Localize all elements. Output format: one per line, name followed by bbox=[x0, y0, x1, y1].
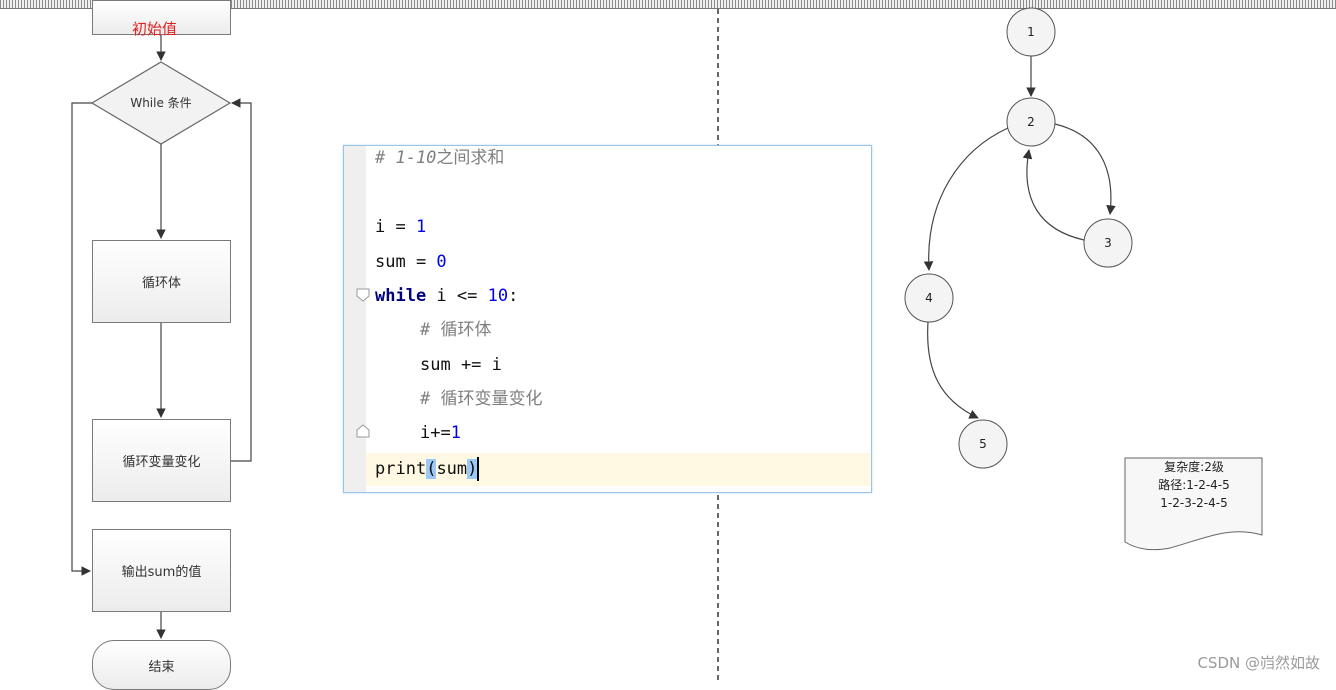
cfg-nodes: 1 2 3 4 5 bbox=[904, 7, 1133, 469]
code-line-comment-body: # 循环体 bbox=[420, 315, 491, 345]
editor-gutter bbox=[344, 146, 366, 492]
comment-hash: # bbox=[420, 320, 441, 340]
code-line-comment-change: # 循环变量变化 bbox=[420, 384, 542, 414]
cfg-node-4-label: 4 bbox=[925, 291, 933, 305]
code-token: sum bbox=[436, 459, 468, 479]
code-line-comment-title: # 1-10之间求和 bbox=[375, 143, 504, 173]
code-line-print: print(sum) bbox=[375, 454, 480, 484]
cfg-node-2-label: 2 bbox=[1027, 115, 1035, 129]
note-complexity: 复杂度:2级 bbox=[1164, 460, 1224, 474]
code-func-print: print bbox=[375, 459, 427, 479]
code-number: 1 bbox=[450, 423, 461, 443]
code-editor-panel[interactable]: # 1-10之间求和 i = 1 sum = 0 while i <= 10: … bbox=[343, 145, 872, 493]
code-number: 0 bbox=[436, 252, 447, 272]
comment-hash: # bbox=[420, 389, 441, 409]
loop-body-box[interactable]: 循环体 bbox=[92, 240, 231, 323]
code-token: i+= bbox=[420, 423, 451, 443]
bracket-close: ) bbox=[467, 459, 478, 479]
cfg-node-1-label: 1 bbox=[1027, 25, 1035, 39]
text-caret bbox=[477, 457, 480, 481]
keyword-while: while bbox=[375, 286, 427, 306]
while-condition-label: While 条件 bbox=[130, 96, 192, 110]
comment-cn: 循环变量变化 bbox=[440, 389, 543, 409]
code-line-sum-add: sum += i bbox=[420, 355, 502, 375]
code-token: : bbox=[508, 286, 519, 306]
comment-cn: 循环体 bbox=[440, 320, 492, 340]
note-path-2: 1-2-3-2-4-5 bbox=[1160, 496, 1228, 510]
loop-var-change-box[interactable]: 循环变量变化 bbox=[92, 419, 231, 502]
comment-prefix: # 1-10 bbox=[375, 148, 437, 168]
code-line-sum-init: sum = 0 bbox=[375, 247, 447, 277]
code-line-i-increment: i+=1 bbox=[420, 418, 461, 448]
code-number: 10 bbox=[487, 286, 509, 306]
code-line-i-init: i = 1 bbox=[375, 212, 426, 242]
comment-cn: 之间求和 bbox=[436, 148, 505, 168]
output-sum-box[interactable]: 输出sum的值 bbox=[92, 529, 231, 612]
init-label: 初始值 bbox=[132, 20, 178, 38]
cfg-node-3-label: 3 bbox=[1104, 236, 1112, 250]
code-token: sum = bbox=[375, 252, 437, 272]
fold-open-icon[interactable] bbox=[356, 288, 370, 302]
watermark: CSDN @岿然如故 bbox=[1197, 654, 1320, 672]
cfg-node-5-label: 5 bbox=[979, 437, 987, 451]
complexity-note: 复杂度:2级 路径:1-2-4-5 1-2-3-2-4-5 bbox=[1126, 458, 1262, 512]
code-token: i = bbox=[375, 217, 416, 237]
bracket-open: ( bbox=[426, 459, 437, 479]
end-terminal[interactable]: 结束 bbox=[92, 640, 231, 690]
fold-end-icon[interactable] bbox=[356, 424, 370, 438]
code-line-while: while i <= 10: bbox=[375, 281, 518, 311]
code-token: i <= bbox=[426, 286, 488, 306]
code-number: 1 bbox=[415, 217, 427, 237]
note-path-1: 路径:1-2-4-5 bbox=[1158, 478, 1230, 492]
